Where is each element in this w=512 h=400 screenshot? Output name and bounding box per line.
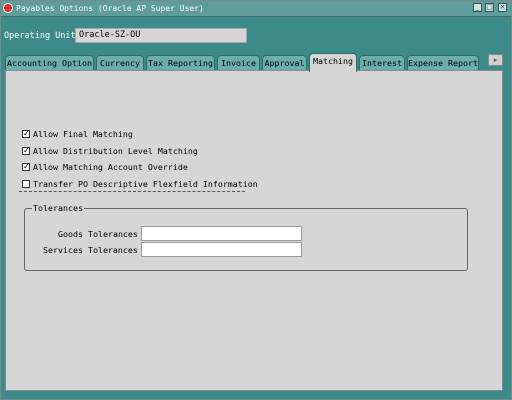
goods-tolerances-field[interactable]: [141, 226, 302, 241]
operating-unit-label: Operating Unit: [4, 31, 76, 41]
tab-tax-reporting[interactable]: Tax Reporting: [146, 55, 215, 71]
window-title: Payables Options (Oracle AP Super User): [16, 4, 204, 13]
option-label: Allow Final Matching: [33, 129, 133, 139]
checkbox[interactable]: [22, 180, 30, 188]
title-bar[interactable]: Payables Options (Oracle AP Super User) …: [1, 1, 511, 17]
checkbox[interactable]: ✓: [22, 163, 30, 171]
tab-accounting-option[interactable]: Accounting Option: [5, 55, 94, 71]
operating-unit-field[interactable]: Oracle-SZ-OU: [75, 28, 247, 43]
tab-invoice[interactable]: Invoice: [217, 55, 260, 71]
tab-currency[interactable]: Currency: [96, 55, 144, 71]
maximize-icon[interactable]: □: [485, 3, 494, 12]
close-icon[interactable]: ×: [498, 3, 507, 12]
checkbox[interactable]: ✓: [22, 147, 30, 155]
oracle-app-icon: [3, 3, 13, 13]
focus-underline: [19, 191, 245, 192]
tab-scroll-right-icon[interactable]: ▸: [488, 54, 503, 66]
tab-matching[interactable]: Matching: [309, 53, 357, 72]
matching-panel: ✓ Allow Final Matching ✓ Allow Distribut…: [5, 70, 503, 391]
tab-expense-report[interactable]: Expense Report: [407, 55, 479, 71]
tab-approval[interactable]: Approval: [262, 55, 307, 71]
services-tolerances-label: Services Tolerances: [43, 245, 138, 255]
services-tolerances-field[interactable]: [141, 242, 302, 257]
payables-options-window: Payables Options (Oracle AP Super User) …: [0, 0, 512, 400]
option-label: Allow Distribution Level Matching: [33, 146, 198, 156]
goods-tolerances-label: Goods Tolerances: [58, 229, 138, 239]
option-label: Transfer PO Descriptive Flexfield Inform…: [33, 179, 258, 189]
option-label: Allow Matching Account Override: [33, 162, 188, 172]
tab-interest[interactable]: Interest: [359, 55, 405, 71]
minimize-icon[interactable]: _: [473, 3, 482, 12]
checkbox[interactable]: ✓: [22, 130, 30, 138]
tolerances-title: Tolerances: [32, 203, 84, 213]
